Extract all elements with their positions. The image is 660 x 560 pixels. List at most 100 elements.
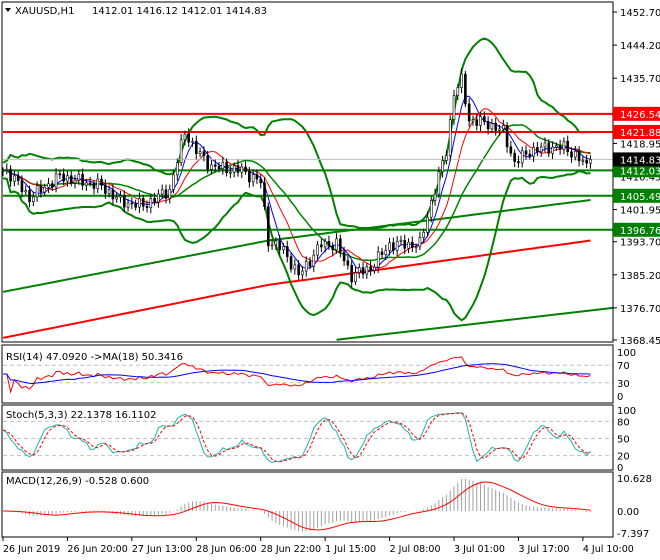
candle xyxy=(50,183,54,188)
price-chart[interactable]: 1452.701444.201435.701418.951410.451401.… xyxy=(0,0,660,560)
candle xyxy=(543,142,547,148)
candle xyxy=(62,173,65,182)
candle xyxy=(524,150,528,155)
candle xyxy=(562,140,566,150)
stoch-tick-label: 20 xyxy=(617,452,630,463)
price-tick-label: 1368.45 xyxy=(620,336,660,347)
candle xyxy=(445,155,448,161)
candle xyxy=(566,140,570,153)
candle xyxy=(13,175,16,182)
candle xyxy=(448,119,452,156)
candle xyxy=(92,182,96,189)
candle xyxy=(240,166,244,173)
candle xyxy=(452,95,456,120)
candle xyxy=(399,239,403,242)
candle xyxy=(342,251,346,262)
candle xyxy=(35,185,39,198)
candle xyxy=(422,231,425,238)
stoch-tick-label: 100 xyxy=(617,406,636,417)
candle xyxy=(365,266,369,275)
time-tick-label: 26 Jun 2019 xyxy=(3,544,60,555)
candle xyxy=(479,116,482,126)
candle xyxy=(403,239,407,249)
dropdown-triangle-icon[interactable] xyxy=(5,8,11,12)
candle xyxy=(24,190,28,193)
candle xyxy=(380,251,384,255)
rsi-label: RSI(14) 47.0920 ->MA(18) 50.3416 xyxy=(6,352,183,363)
candle xyxy=(225,161,228,173)
candle xyxy=(388,242,391,251)
candle xyxy=(179,139,183,163)
rsi-tick-label: 100 xyxy=(617,348,636,359)
candle xyxy=(304,261,308,272)
candle xyxy=(213,164,217,167)
candle xyxy=(517,161,520,164)
candle xyxy=(172,174,175,190)
ohlc-values: 1412.01 1416.12 1412.01 1414.83 xyxy=(92,6,267,17)
candle xyxy=(274,240,278,246)
candle xyxy=(47,183,50,188)
candle xyxy=(414,246,418,249)
candle xyxy=(437,171,441,195)
candle xyxy=(392,242,395,251)
symbol-label: XAUUSD,H1 xyxy=(15,6,74,17)
candle xyxy=(32,196,35,202)
candle xyxy=(483,116,486,122)
candle xyxy=(191,140,194,143)
rsi-tick-label: 70 xyxy=(617,361,630,372)
candle xyxy=(149,198,153,208)
level-price-label: 1396.76 xyxy=(620,226,660,237)
candle xyxy=(293,264,297,270)
candle xyxy=(350,264,353,283)
candle xyxy=(323,241,327,248)
candle xyxy=(331,245,335,251)
candle xyxy=(573,150,577,158)
candle xyxy=(289,256,293,270)
candle xyxy=(547,142,551,154)
candle xyxy=(505,125,509,148)
candle xyxy=(312,254,316,267)
candle xyxy=(270,244,274,247)
time-tick-label: 3 Jul 17:00 xyxy=(518,544,569,555)
candle xyxy=(153,198,156,203)
rsi-tick-label: 0 xyxy=(617,392,623,403)
candle xyxy=(494,123,498,131)
panel-frame xyxy=(1,1,614,343)
candle xyxy=(536,146,539,153)
macd-tick-label: 0.00 xyxy=(617,507,639,518)
macd-tick-label: -7.397 xyxy=(617,529,649,540)
candle xyxy=(346,260,350,266)
price-tick-label: 1418.95 xyxy=(620,139,660,150)
candle xyxy=(501,125,505,130)
candle xyxy=(66,175,69,182)
candle xyxy=(176,162,179,176)
candle xyxy=(551,146,554,154)
candle xyxy=(96,178,100,189)
candle xyxy=(58,173,62,176)
price-tick-label: 1376.70 xyxy=(620,304,660,315)
time-tick-label: 1 Jul 15:00 xyxy=(325,544,376,555)
candle xyxy=(589,159,592,164)
candle xyxy=(183,133,187,141)
candle xyxy=(475,119,479,126)
time-tick-label: 2 Jul 08:00 xyxy=(390,544,441,555)
candle xyxy=(81,173,84,186)
candle xyxy=(20,180,24,193)
candle xyxy=(570,151,573,158)
long-ma-red-line xyxy=(2,239,591,339)
candle xyxy=(460,73,463,88)
candle xyxy=(255,174,259,180)
stoch-tick-label: 80 xyxy=(617,417,630,428)
main-price-panel[interactable] xyxy=(1,37,614,341)
candle xyxy=(164,189,168,199)
candle xyxy=(145,205,149,208)
price-tick-label: 1393.70 xyxy=(620,238,660,249)
candle xyxy=(73,179,77,184)
time-tick-label: 27 Jun 13:00 xyxy=(132,544,192,555)
candle xyxy=(528,153,532,157)
rsi-ma-line xyxy=(3,363,591,385)
candle xyxy=(157,193,160,203)
candle xyxy=(160,189,164,195)
candle xyxy=(581,160,585,162)
candle xyxy=(43,186,46,193)
